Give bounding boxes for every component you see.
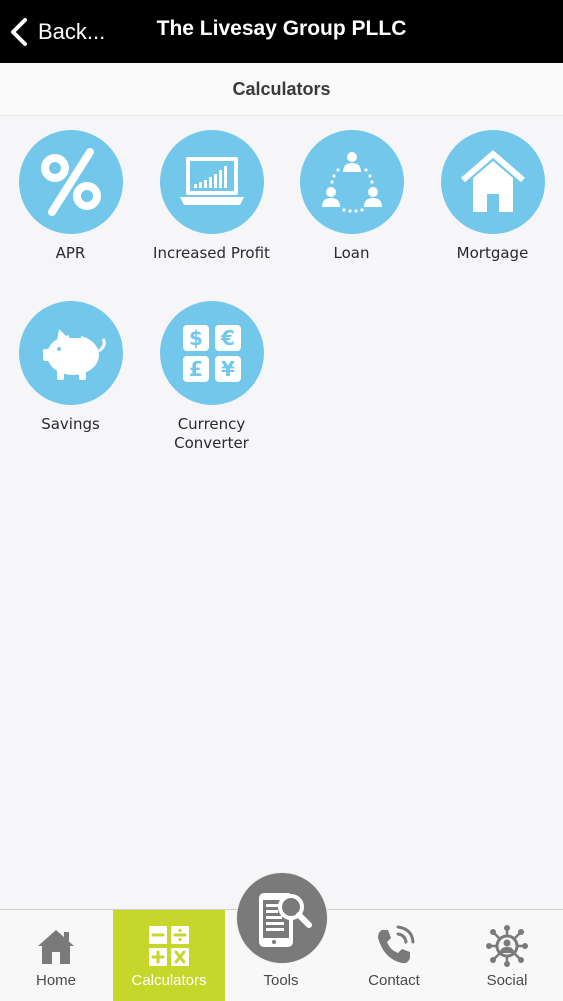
piggy-bank-icon: [18, 301, 123, 405]
mortgage-calculator-tile[interactable]: Mortgage: [422, 130, 563, 263]
svg-text:€: €: [220, 326, 235, 350]
tile-label: APR: [55, 244, 86, 262]
tab-contact[interactable]: Contact: [338, 910, 450, 1001]
svg-text:$: $: [189, 326, 203, 350]
tab-label: Tools: [263, 972, 299, 989]
percent-icon: [18, 130, 123, 234]
loan-calculator-tile[interactable]: Loan: [281, 130, 422, 263]
laptop-chart-icon: [159, 130, 264, 234]
house-icon: [440, 130, 545, 234]
tab-label: Contact: [368, 972, 420, 989]
tile-label: Increased Profit: [153, 244, 270, 262]
section-header: Calculators: [0, 63, 563, 116]
currency-icon: $ € £ ¥: [159, 301, 264, 405]
increased-profit-calculator-tile[interactable]: Increased Profit: [141, 130, 282, 263]
page-title: Calculators: [232, 79, 331, 99]
top-bar: Back... The Livesay Group PLLC: [0, 0, 563, 63]
home-icon: [38, 930, 74, 964]
tile-label: Savings: [41, 415, 100, 433]
tile-label: Currency Converter: [174, 415, 249, 452]
tools-button[interactable]: [236, 872, 328, 964]
tab-label: Social: [486, 972, 528, 989]
tile-label: Mortgage: [456, 244, 529, 262]
calculator-icon: [149, 926, 189, 966]
tablet-search-icon: [259, 893, 312, 947]
social-network-icon: [486, 925, 528, 967]
apr-calculator-tile[interactable]: APR: [0, 130, 141, 263]
tab-home[interactable]: Home: [0, 910, 112, 1001]
phone-icon: [378, 925, 415, 964]
currency-converter-tile[interactable]: $ € £ ¥ Currency Converter: [141, 301, 282, 453]
tab-calculators[interactable]: Calculators: [113, 910, 225, 1001]
tab-label: Home: [35, 972, 76, 989]
tab-label: Calculators: [131, 972, 207, 989]
tab-social[interactable]: Social: [451, 910, 563, 1001]
svg-text:£: £: [189, 357, 203, 381]
savings-calculator-tile[interactable]: Savings: [0, 301, 141, 434]
svg-text:¥: ¥: [221, 357, 235, 381]
tile-label: Loan: [333, 244, 370, 262]
app-title: The Livesay Group PLLC: [156, 17, 407, 40]
people-network-icon: [299, 130, 404, 234]
